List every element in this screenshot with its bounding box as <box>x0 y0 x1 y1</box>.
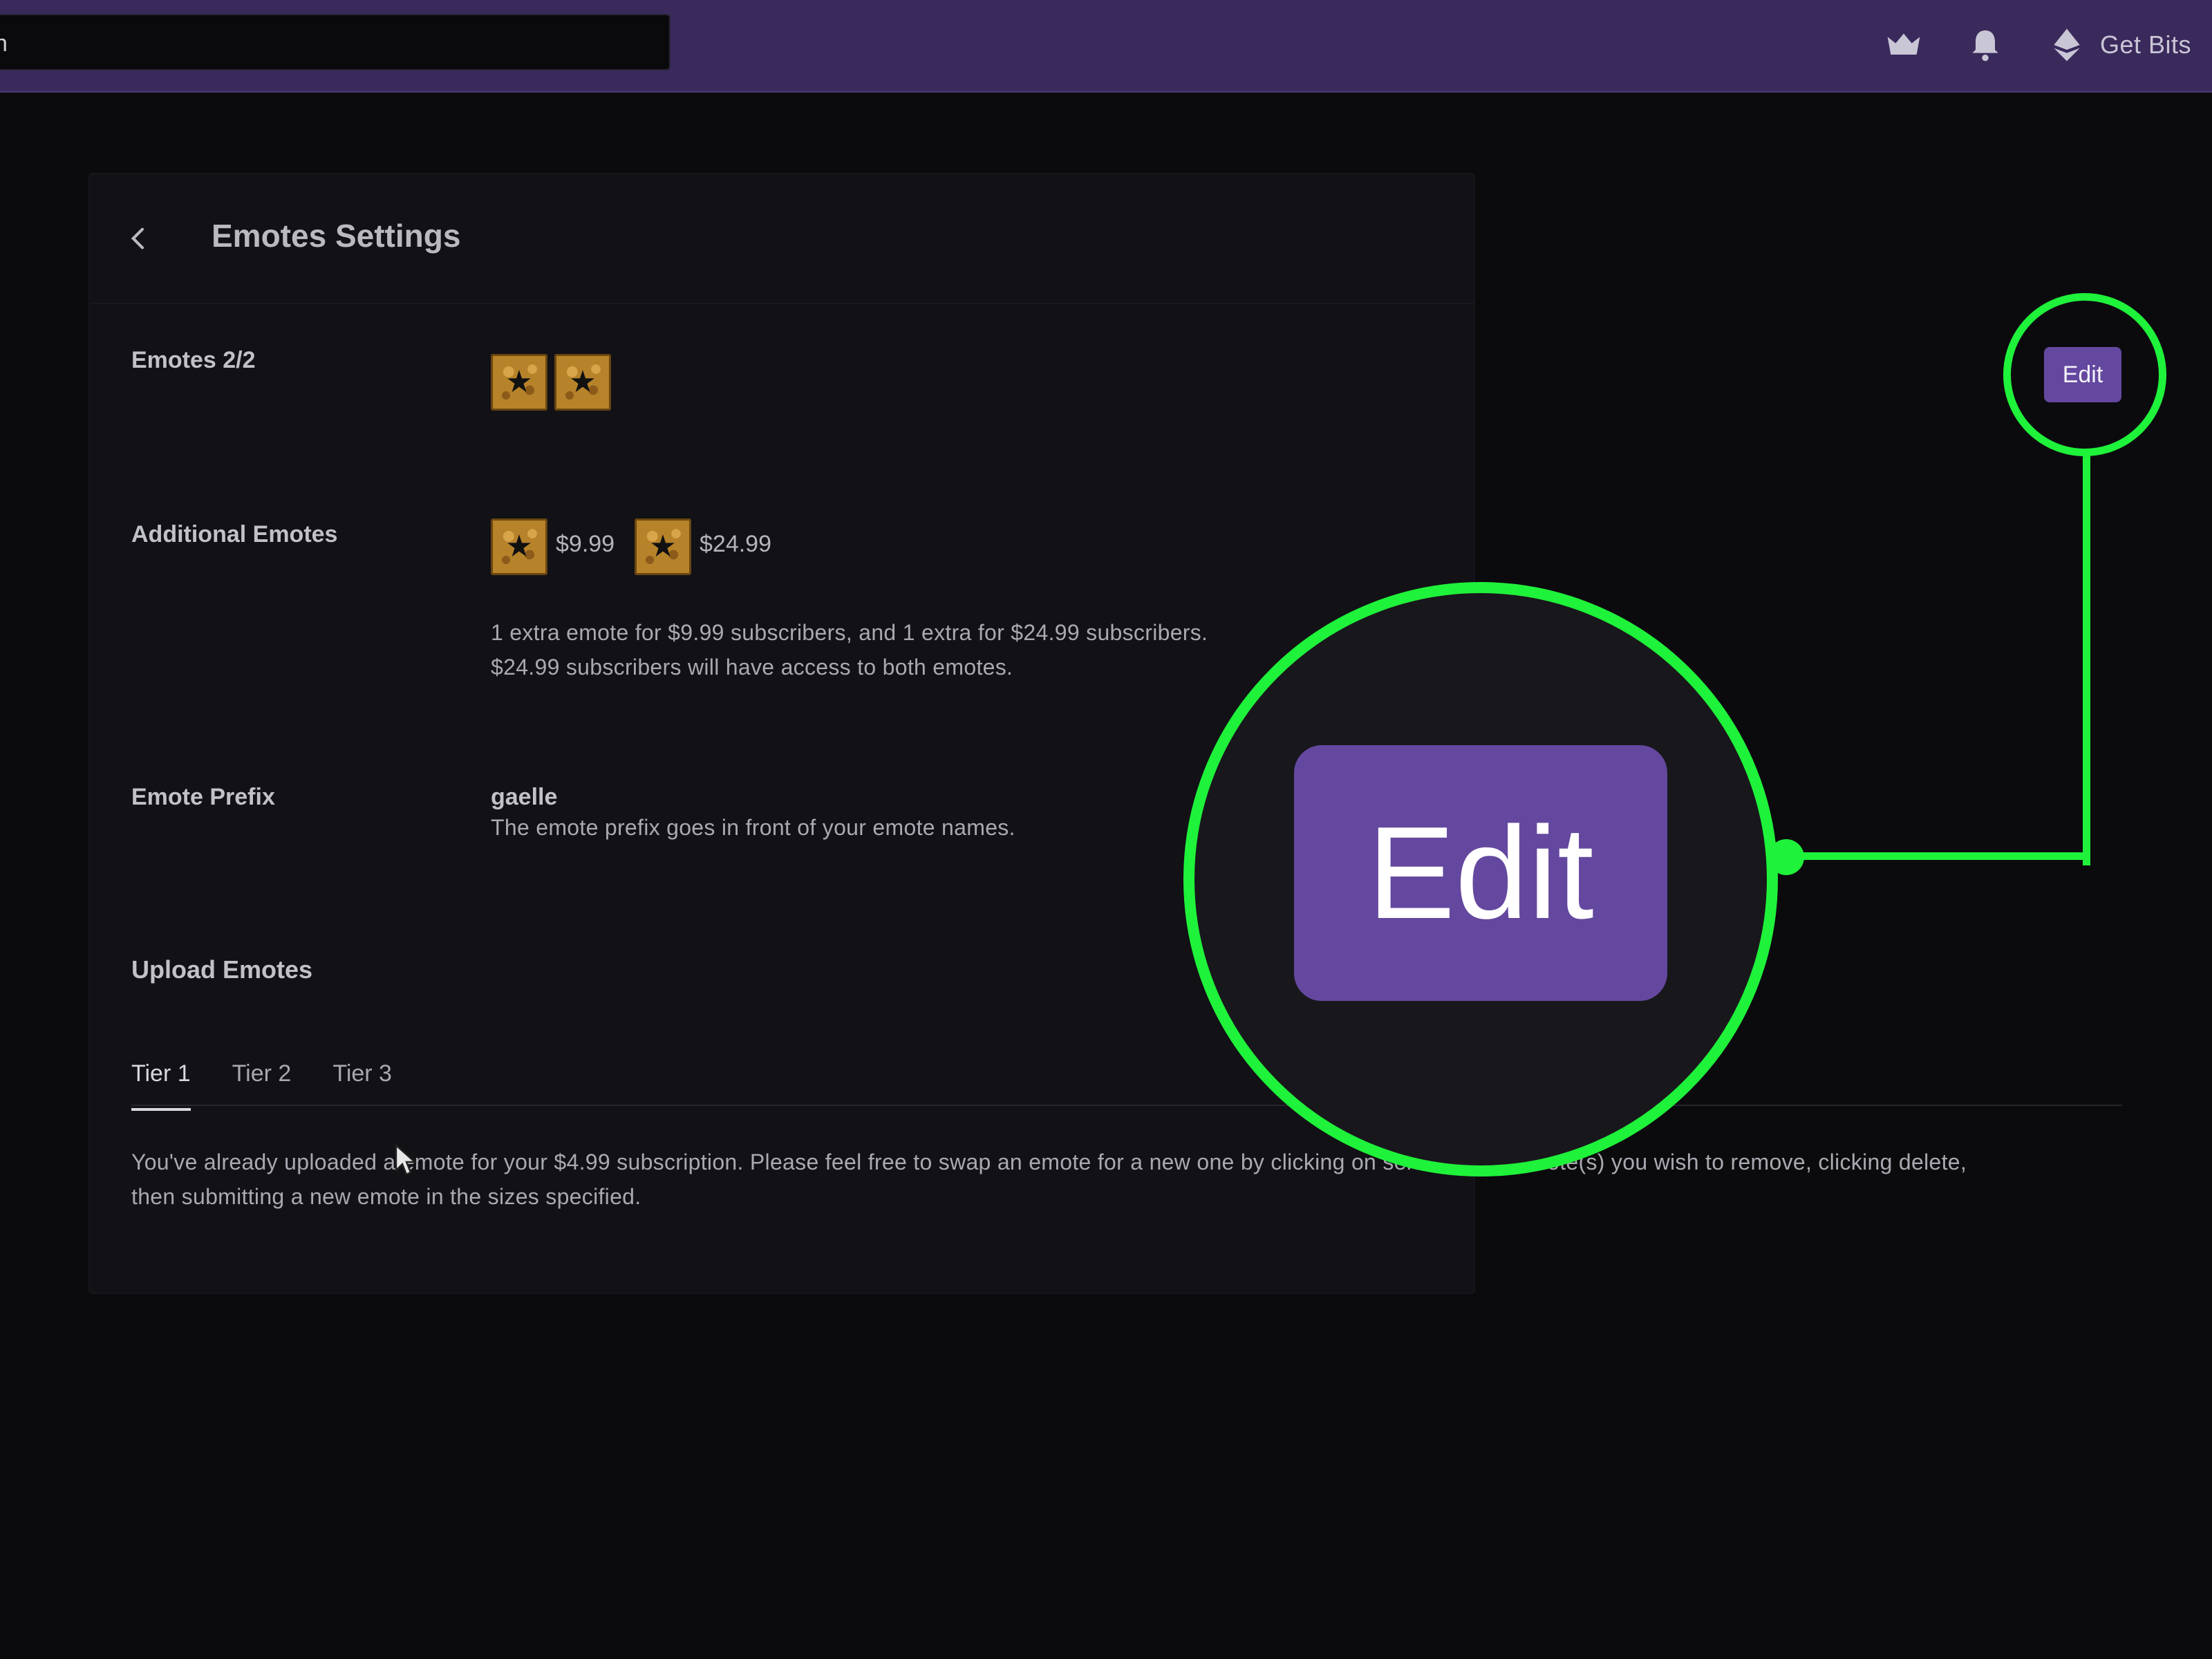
star-icon: ★ <box>649 529 677 563</box>
emotes-count-label: Emotes 2/2 <box>131 347 256 373</box>
zoomed-edit-button: Edit <box>1294 745 1667 1001</box>
additional-desc-line1: 1 extra emote for $9.99 subscribers, and… <box>491 620 1208 645</box>
get-bits-label: Get Bits <box>2099 30 2191 59</box>
get-bits-button[interactable]: Get Bits <box>2046 24 2191 66</box>
tab-tier-2[interactable]: Tier 2 <box>232 1060 292 1111</box>
emote-tier1-a[interactable]: ★ <box>491 354 547 411</box>
highlight-ring-small <box>2003 293 2166 456</box>
emote-additional-2499[interactable]: ★ <box>635 518 691 575</box>
highlight-connector-vertical <box>2083 452 2090 865</box>
additional-emotes-label: Additional Emotes <box>131 521 338 547</box>
search-input[interactable]: n <box>0 14 671 71</box>
tab-tier-3[interactable]: Tier 3 <box>332 1060 392 1111</box>
mouse-cursor-icon <box>395 1143 418 1176</box>
star-icon: ★ <box>569 365 597 399</box>
tab-tier-1[interactable]: Tier 1 <box>131 1060 191 1111</box>
panel-header: Emotes Settings <box>90 174 1474 304</box>
emote-additional-999[interactable]: ★ <box>491 518 547 575</box>
upload-desc-line1: You've already uploaded a emote for your… <box>131 1150 1967 1174</box>
highlight-connector-horizontal <box>1790 852 2090 860</box>
price-999: $9.99 <box>556 531 615 557</box>
additional-desc-line2: $24.99 subscribers will have access to b… <box>491 655 1013 679</box>
upload-emotes-heading: Upload Emotes <box>131 955 313 984</box>
star-icon: ★ <box>505 365 533 399</box>
upload-desc-line2: then submitting a new emote in the sizes… <box>131 1184 641 1209</box>
chevron-left-icon <box>131 227 144 250</box>
emote-prefix-desc: The emote prefix goes in front of your e… <box>491 815 1015 840</box>
top-nav-actions: Get Bits <box>1843 0 2191 90</box>
emote-tier1-b[interactable]: ★ <box>554 354 611 411</box>
price-2499: $24.99 <box>700 531 771 557</box>
emote-prefix-label: Emote Prefix <box>131 784 275 810</box>
highlight-connector-dot <box>1768 839 1804 875</box>
top-nav-bar: n Get Bits <box>0 0 2212 93</box>
crown-icon[interactable] <box>1883 24 1924 66</box>
page-title: Emotes Settings <box>212 218 461 254</box>
back-button[interactable] <box>118 217 160 260</box>
bell-icon[interactable] <box>1965 24 2006 66</box>
tabs-divider <box>131 1105 2122 1106</box>
star-icon: ★ <box>505 529 533 563</box>
bits-icon <box>2046 24 2088 66</box>
emote-prefix-value: gaelle <box>491 784 558 810</box>
tier-tabs: Tier 1 Tier 2 Tier 3 <box>131 1060 433 1111</box>
